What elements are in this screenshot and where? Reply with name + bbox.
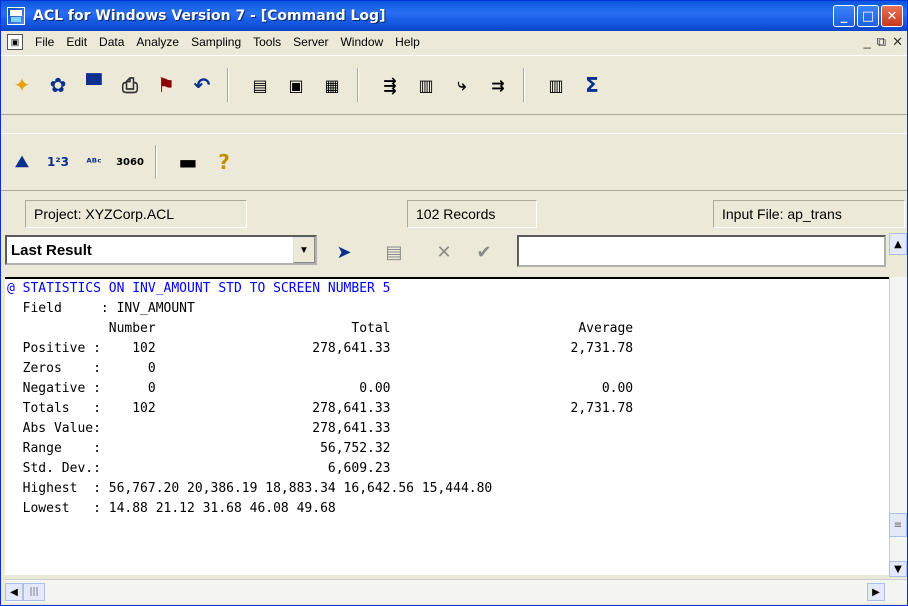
log-line: Std. Dev.: 6,609.23 [7,461,391,476]
menu-sampling[interactable]: Sampling [185,35,247,49]
dropdown-arrow-icon[interactable]: ▼ [293,237,315,263]
histogram-icon[interactable]: ▥ [541,70,571,100]
records-panel: 102 Records [407,200,537,228]
input-file-panel: Input File: ap_trans [713,200,905,228]
menu-analyze[interactable]: Analyze [130,35,185,49]
new-project-icon[interactable]: ✦ [7,70,37,100]
mdi-close-icon[interactable]: ✕ [892,34,903,50]
mdi-controls: _ ⧉ ✕ [864,34,903,50]
title-bar[interactable]: ACL for Windows Version 7 - [Command Log… [1,1,907,31]
log-line: Number Total Average [7,321,634,336]
result-select[interactable]: Last Result ▼ [5,235,317,265]
menu-tools[interactable]: Tools [247,35,287,49]
cancel-icon[interactable]: ✕ [431,239,457,265]
window-controls: _ □ ✕ [833,5,903,27]
toolbar-separator [155,145,157,179]
close-button[interactable]: ✕ [881,5,903,27]
stratify-icon[interactable]: ⛰ [7,147,37,177]
undo-icon[interactable]: ↶ [187,70,217,100]
numbers-icon[interactable]: 3060 [115,147,145,177]
print-icon[interactable]: ⎙ [115,70,145,100]
minimize-button[interactable]: _ [833,5,855,27]
table-view-icon[interactable]: ▤ [245,70,275,100]
menu-help[interactable]: Help [389,35,426,49]
secondary-toolbar: ⛰ 1²3 ᴬᴮᶜ 3060 ▬ ? [1,133,907,191]
scroll-up-icon[interactable]: ▲ [889,233,907,255]
log-command-line: @ STATISTICS ON INV_AMOUNT STD TO SCREEN… [7,281,391,296]
help-icon[interactable]: ? [209,147,239,177]
acl-app-icon[interactable] [7,7,25,25]
mdi-minimize-icon[interactable]: _ [864,34,871,50]
info-strip: Project: XYZCorp.ACL 102 Records Input F… [1,198,907,230]
text-icon[interactable]: ᴬᴮᶜ [79,147,109,177]
horizontal-scrollbar[interactable] [5,579,907,603]
save-icon[interactable]: ▀ [79,70,109,100]
dash-icon[interactable]: ▬ [173,147,203,177]
mdi-restore-icon[interactable]: ⧉ [877,34,886,50]
toolbar-separator [357,68,359,102]
window-title: ACL for Windows Version 7 - [Command Log… [33,8,386,24]
bookmark-icon[interactable]: ⚑ [151,70,181,100]
menu-edit[interactable]: Edit [60,35,93,49]
total-icon[interactable]: Σ [577,70,607,100]
project-panel: Project: XYZCorp.ACL [25,200,247,228]
scroll-thumb[interactable]: ≡ [889,513,907,537]
accept-icon[interactable]: ✔ [471,239,497,265]
view-icon[interactable]: ▣ [281,70,311,100]
menu-file[interactable]: File [29,35,60,49]
log-line: Abs Value: 278,641.33 [7,421,391,436]
maximize-button[interactable]: □ [857,5,879,27]
toolbar-separator [227,68,229,102]
log-line: Lowest : 14.88 21.12 31.68 46.08 49.68 [7,501,336,516]
menu-data[interactable]: Data [93,35,130,49]
menu-server[interactable]: Server [287,35,334,49]
scroll-right-icon[interactable]: ▶ [867,583,885,601]
numeric-icon[interactable]: 1²3 [43,147,73,177]
join-icon[interactable]: ⇉ [483,70,513,100]
command-row: Last Result ▼ ➤ ▤ ✕ ✔ [1,231,907,271]
grid-icon[interactable]: ▦ [317,70,347,100]
filter-icon[interactable]: ⇶ [375,70,405,100]
command-input[interactable] [517,235,886,267]
horizontal-scroll-thumb[interactable]: ||| [23,583,45,601]
scroll-left-icon[interactable]: ◀ [5,583,23,601]
run-icon[interactable]: ➤ [331,239,357,265]
menu-window[interactable]: Window [334,35,389,49]
scroll-down-icon[interactable]: ▼ [889,561,907,577]
toolbar-separator [523,68,525,102]
log-line: Highest : 56,767.20 20,386.19 18,883.34 … [7,481,493,496]
open-icon[interactable]: ✿ [43,70,73,100]
menu-bar: ▣ File Edit Data Analyze Sampling Tools … [1,31,907,53]
notes-icon[interactable]: ▤ [381,239,407,265]
relate-icon[interactable]: ⤷ [447,70,477,100]
index-icon[interactable]: ▥ [411,70,441,100]
app-window: ACL for Windows Version 7 - [Command Log… [0,0,908,606]
log-line: Negative : 0 0.00 0.00 [7,381,634,396]
log-line: Totals : 102 278,641.33 2,731.78 [7,401,634,416]
log-line: Positive : 102 278,641.33 2,731.78 [7,341,634,356]
command-log: @ STATISTICS ON INV_AMOUNT STD TO SCREEN… [5,277,889,575]
log-line: Range : 56,752.32 [7,441,391,456]
result-select-value: Last Result [11,241,92,259]
log-line: Zeros : 0 [7,361,156,376]
document-system-icon[interactable]: ▣ [7,34,23,50]
main-toolbar: ✦ ✿ ▀ ⎙ ⚑ ↶ ▤ ▣ ▦ ⇶ ▥ ⤷ ⇉ ▥ Σ [1,55,907,115]
log-line: Field : INV_AMOUNT [7,301,195,316]
